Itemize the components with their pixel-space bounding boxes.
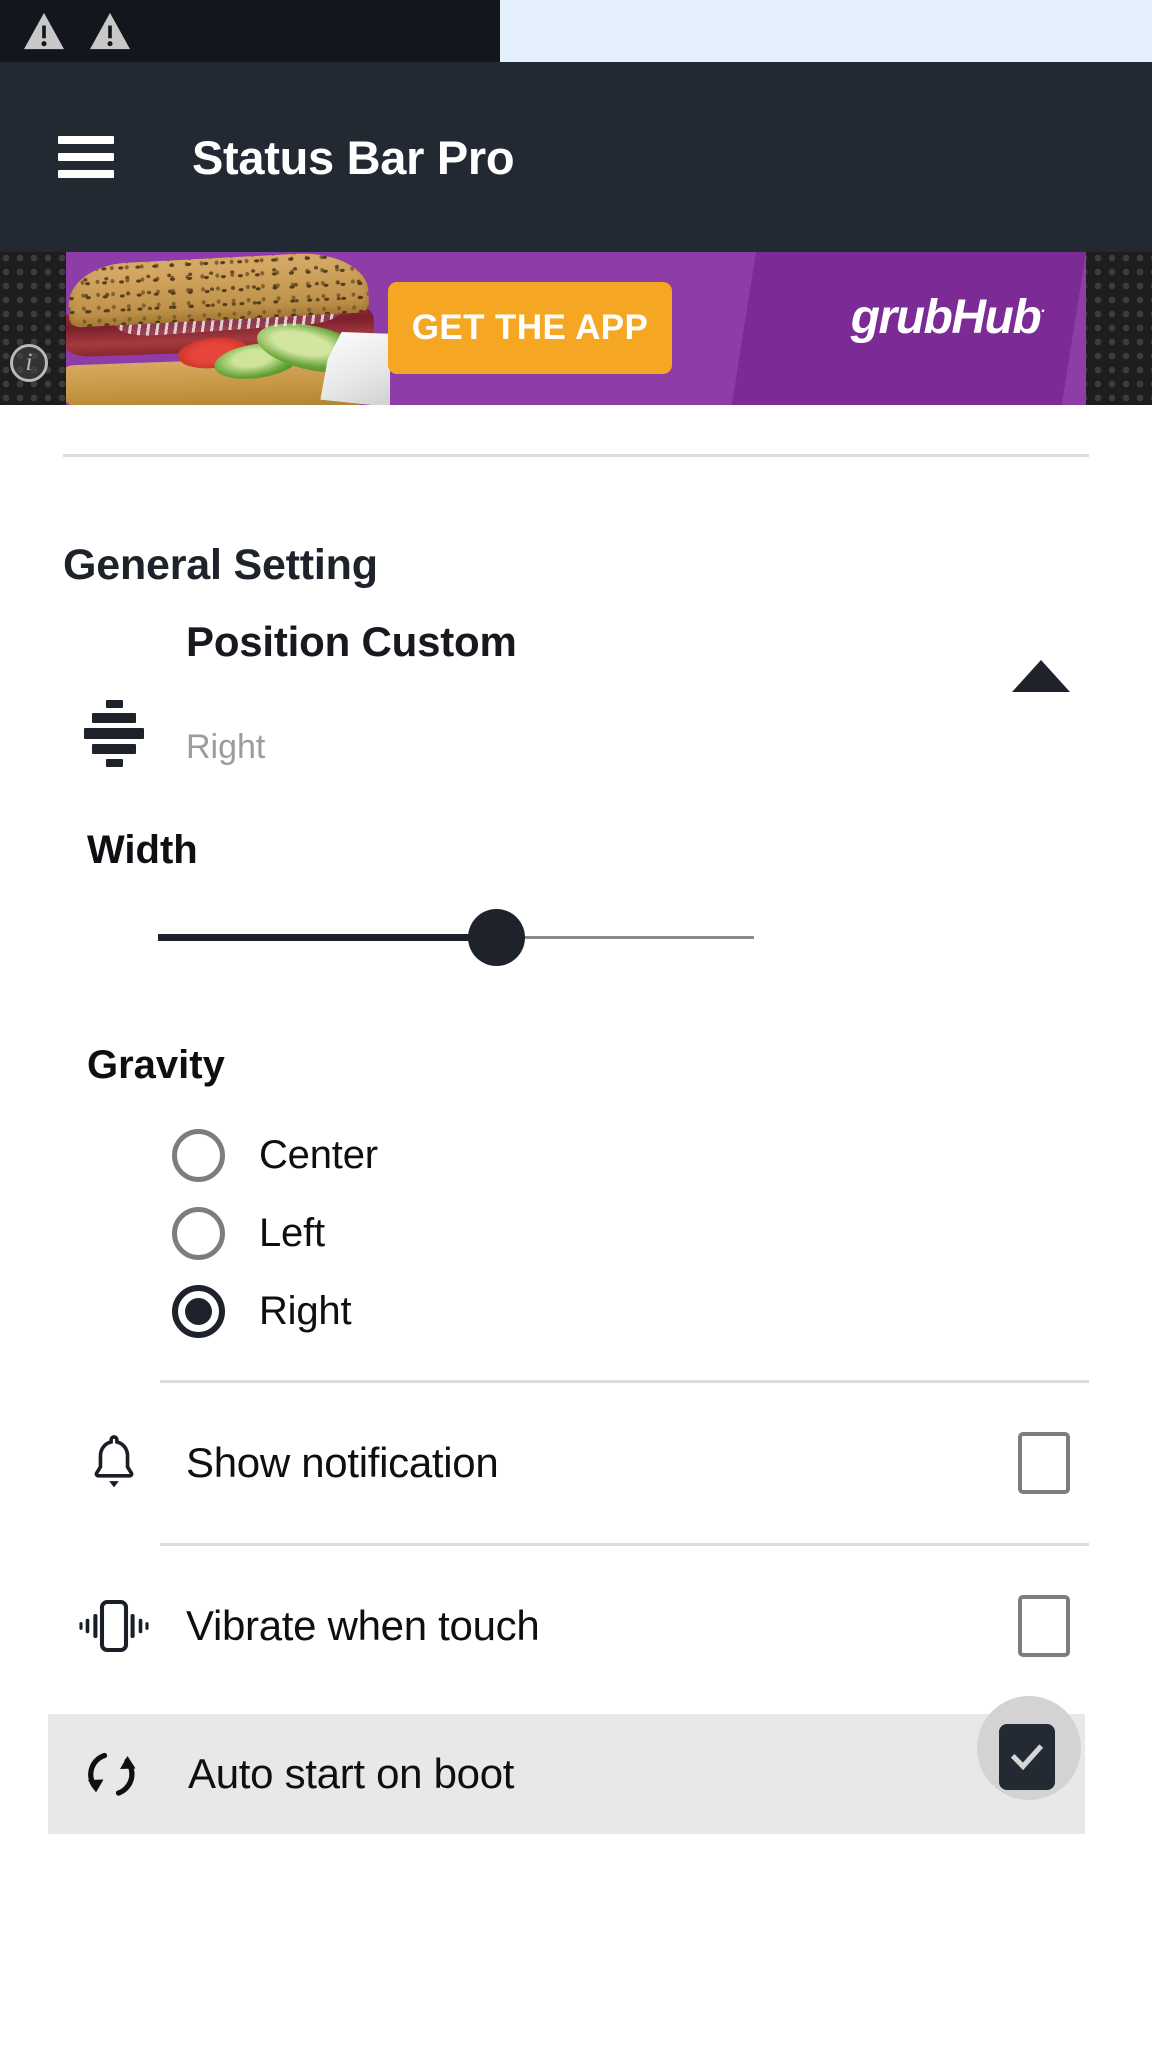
check-icon — [1010, 1744, 1044, 1771]
gravity-radio-group: Center Left Right — [0, 1116, 1152, 1350]
gravity-option-right[interactable]: Right — [0, 1272, 1152, 1350]
bell-icon — [78, 1427, 150, 1499]
gravity-option-label: Left — [259, 1210, 325, 1255]
show-notification-row[interactable]: Show notification — [0, 1383, 1152, 1543]
position-custom-row[interactable]: Position Custom Right — [0, 618, 1152, 828]
radio-unchecked-icon[interactable] — [172, 1128, 225, 1182]
triangle-up-icon[interactable] — [1012, 660, 1070, 692]
align-vertical-center-icon — [84, 700, 144, 767]
vibrate-when-touch-row[interactable]: Vibrate when touch — [0, 1546, 1152, 1706]
grubhub-trademark: · — [1040, 303, 1045, 320]
sandwich-photo — [66, 252, 390, 405]
hamburger-menu-icon[interactable] — [58, 136, 114, 178]
ad-cta-label: GET THE APP — [411, 308, 649, 347]
slider-fill — [158, 934, 495, 941]
vibrate-when-touch-label: Vibrate when touch — [186, 1602, 540, 1649]
warning-triangle-icon — [90, 12, 130, 50]
vibrate-when-touch-checkbox[interactable] — [1018, 1595, 1070, 1657]
status-bar-icon-tray — [22, 0, 132, 62]
radio-unchecked-icon[interactable] — [172, 1206, 225, 1260]
warning-triangle-icon — [24, 12, 64, 50]
settings-content: General Setting Position Custom Right Wi… — [0, 405, 1152, 1834]
vibrate-icon — [78, 1590, 150, 1662]
gravity-option-label: Center — [259, 1132, 378, 1177]
slider-thumb[interactable] — [468, 909, 525, 966]
app-title: Status Bar Pro — [192, 130, 515, 184]
radio-checked-icon[interactable] — [172, 1284, 225, 1338]
auto-start-on-boot-label: Auto start on boot — [188, 1750, 515, 1797]
position-custom-label: Position Custom — [186, 618, 517, 665]
auto-start-on-boot-checkbox[interactable] — [999, 1724, 1055, 1790]
auto-restart-icon — [76, 1738, 148, 1810]
grubhub-ad-banner[interactable]: GET THE APP grubHub· — [66, 252, 1086, 405]
grubhub-logo-text: grubHub — [850, 291, 1042, 344]
position-custom-value: Right — [186, 728, 266, 766]
ad-info-icon[interactable]: i — [10, 344, 48, 382]
gravity-label: Gravity — [87, 1043, 225, 1087]
grubhub-logo: grubHub· — [850, 290, 1046, 345]
gravity-option-label: Right — [259, 1288, 352, 1333]
ad-container: GET THE APP grubHub· i — [0, 252, 1152, 405]
width-slider[interactable] — [0, 881, 1152, 1001]
page-title: General Setting — [63, 541, 378, 589]
gravity-option-center[interactable]: Center — [0, 1116, 1152, 1194]
system-status-bar — [0, 0, 1152, 62]
width-label: Width — [87, 828, 198, 872]
auto-start-on-boot-row[interactable]: Auto start on boot — [48, 1696, 1085, 1834]
ad-cta-button[interactable]: GET THE APP — [388, 282, 672, 374]
show-notification-label: Show notification — [186, 1439, 499, 1486]
show-notification-checkbox[interactable] — [1018, 1432, 1070, 1494]
app-bar: Status Bar Pro — [0, 62, 1152, 252]
gravity-option-left[interactable]: Left — [0, 1194, 1152, 1272]
